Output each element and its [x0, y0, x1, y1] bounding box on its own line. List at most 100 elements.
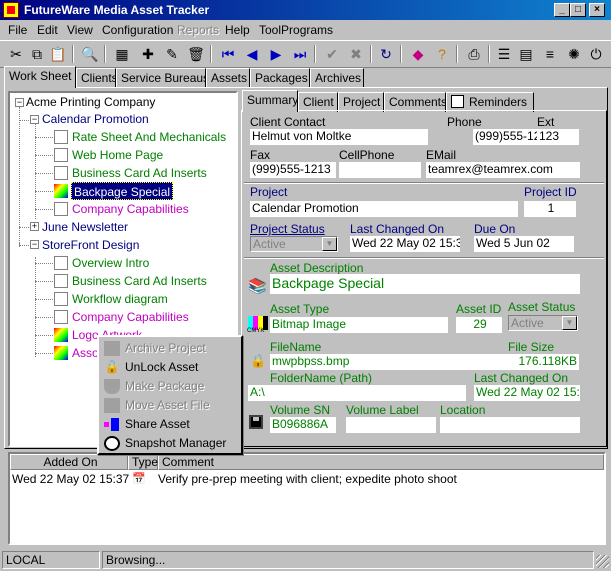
- close-button[interactable]: ×: [589, 3, 605, 17]
- cancel-icon[interactable]: ✖: [346, 44, 366, 64]
- cellphone-field[interactable]: [339, 162, 421, 178]
- column-header-type[interactable]: Type: [128, 454, 158, 470]
- menu-item-share-asset[interactable]: Share Asset: [101, 415, 239, 434]
- tree-node-workflow-diagram[interactable]: Workflow diagram: [72, 290, 168, 308]
- chevron-down-icon[interactable]: ▼: [562, 316, 577, 330]
- new-icon[interactable]: ▦: [112, 44, 132, 64]
- tree-node-rate-sheet[interactable]: Rate Sheet And Mechanicals: [72, 128, 226, 146]
- app-icon[interactable]: [3, 2, 19, 18]
- fax-field[interactable]: (999)555-1213: [250, 162, 336, 178]
- menu-item-archive-project[interactable]: Archive Project: [101, 339, 239, 358]
- tab-comments[interactable]: Comments: [384, 92, 447, 112]
- columns-icon[interactable]: ▤: [516, 44, 536, 64]
- asset-id-field[interactable]: 29: [456, 317, 502, 333]
- column-header-comment[interactable]: Comment: [158, 454, 604, 470]
- tree-node-root[interactable]: Acme Printing Company: [26, 93, 155, 111]
- tab-clients[interactable]: Clients: [76, 68, 118, 88]
- tab-archives[interactable]: Archives: [310, 68, 364, 88]
- menu-configuration[interactable]: Configuration: [102, 23, 173, 37]
- asset-last-changed-field[interactable]: Wed 22 May 02 15:32: [474, 385, 580, 401]
- menu-edit[interactable]: Edit: [37, 23, 58, 37]
- menu-file[interactable]: File: [8, 23, 27, 37]
- paste-icon[interactable]: 📋: [48, 44, 68, 64]
- asset-description-field[interactable]: Backpage Special: [270, 274, 580, 294]
- refresh-icon[interactable]: ↻: [376, 44, 396, 64]
- maximize-button[interactable]: □: [570, 3, 586, 17]
- tag-icon[interactable]: ◆: [408, 44, 428, 64]
- snapshot-icon: [104, 436, 120, 451]
- tree-node-backpage-special[interactable]: Backpage Special: [71, 182, 174, 200]
- menu-view[interactable]: View: [67, 23, 93, 37]
- location-field[interactable]: [440, 417, 580, 433]
- resize-grip[interactable]: [596, 555, 609, 568]
- tab-client[interactable]: Client: [298, 92, 338, 112]
- expander-june-newsletter[interactable]: +: [30, 222, 39, 231]
- print-icon[interactable]: ⎙: [464, 44, 484, 64]
- help-icon[interactable]: ?: [432, 44, 452, 64]
- volume-sn-field[interactable]: B096886A: [270, 417, 336, 433]
- filename-field[interactable]: mwpbpss.bmp: [270, 354, 502, 370]
- tab-packages[interactable]: Packages: [250, 68, 310, 88]
- table-row[interactable]: Wed 22 May 02 15:37 📅 Verify pre-prep me…: [10, 471, 604, 487]
- menu-item-unlock-asset[interactable]: 🔓 UnLock Asset: [101, 358, 239, 377]
- tab-project[interactable]: Project: [338, 92, 384, 112]
- tree-node-calendar-promotion[interactable]: Calendar Promotion: [42, 110, 149, 128]
- edit-record-icon[interactable]: ✎: [162, 44, 182, 64]
- list-icon[interactable]: ≡: [540, 44, 560, 64]
- tree-node-business-card-1[interactable]: Business Card Ad Inserts: [72, 164, 207, 182]
- menu-toolprograms[interactable]: ToolPrograms: [259, 23, 333, 37]
- locked-image-icon: [54, 184, 68, 198]
- project-field[interactable]: Calendar Promotion: [250, 201, 518, 217]
- asset-type-field[interactable]: Bitmap Image: [270, 317, 448, 333]
- tab-summary[interactable]: Summary: [242, 90, 298, 112]
- column-header-added-on[interactable]: Added On: [10, 454, 128, 470]
- project-status-combo[interactable]: Active ▼: [250, 236, 338, 252]
- due-on-field[interactable]: Wed 5 Jun 02: [474, 236, 574, 252]
- filesize-field[interactable]: 176.118KB: [495, 354, 579, 370]
- volume-label-field[interactable]: [346, 417, 436, 433]
- expander-root[interactable]: −: [15, 98, 24, 107]
- layout-icon[interactable]: ☰: [494, 44, 514, 64]
- asset-status-combo[interactable]: Active ▼: [508, 315, 578, 331]
- comments-list[interactable]: Added On Type Comment Wed 22 May 02 15:3…: [8, 452, 606, 545]
- email-field[interactable]: teamrex@teamrex.com: [426, 162, 580, 178]
- find-icon[interactable]: 🔍: [80, 44, 100, 64]
- delete-icon[interactable]: 🗑: [186, 44, 206, 64]
- tab-work-sheet[interactable]: Work Sheet: [4, 66, 76, 88]
- folder-field[interactable]: A:\: [248, 385, 466, 401]
- tree-node-company-capabilities-1[interactable]: Company Capabilities: [72, 200, 189, 218]
- ext-field[interactable]: 123: [537, 129, 579, 145]
- check-icon[interactable]: ✔: [322, 44, 342, 64]
- first-record-icon[interactable]: ⏮: [218, 44, 238, 64]
- expander-calendar-promotion[interactable]: −: [30, 115, 39, 124]
- next-record-icon[interactable]: ▶: [266, 44, 286, 64]
- new-record-icon[interactable]: ✚: [138, 44, 158, 64]
- tab-service-bureaus[interactable]: Service Bureaus: [116, 68, 209, 88]
- menu-item-snapshot-manager[interactable]: Snapshot Manager: [101, 434, 239, 453]
- power-icon[interactable]: ⏻: [586, 44, 606, 64]
- menu-item-make-package[interactable]: Make Package: [101, 377, 239, 396]
- tree-node-company-capabilities-2[interactable]: Company Capabilities: [72, 308, 189, 326]
- client-contact-field[interactable]: Helmut von Moltke: [250, 129, 428, 145]
- tree-node-storefront-design[interactable]: StoreFront Design: [42, 236, 139, 254]
- prev-record-icon[interactable]: ◀: [242, 44, 262, 64]
- tree-node-overview-intro[interactable]: Overview Intro: [72, 254, 149, 272]
- last-record-icon[interactable]: ⏭: [290, 44, 310, 64]
- settings-icon[interactable]: ✺: [564, 44, 584, 64]
- chevron-down-icon[interactable]: ▼: [322, 237, 337, 251]
- ext-label: Ext: [537, 115, 555, 129]
- tree-node-business-card-2[interactable]: Business Card Ad Inserts: [72, 272, 207, 290]
- project-id-field[interactable]: 1: [524, 201, 576, 217]
- tab-reminders[interactable]: Reminders: [446, 92, 534, 112]
- menu-reports[interactable]: Reports: [177, 23, 219, 37]
- menu-item-move-asset-file[interactable]: Move Asset File: [101, 396, 239, 415]
- tree-node-web-home-page[interactable]: Web Home Page: [72, 146, 163, 164]
- copy-icon[interactable]: ⧉: [27, 44, 47, 64]
- menu-help[interactable]: Help: [225, 23, 250, 37]
- last-changed-field[interactable]: Wed 22 May 02 15:36: [350, 236, 460, 252]
- minimize-button[interactable]: _: [554, 3, 570, 17]
- tree-node-june-newsletter[interactable]: June Newsletter: [42, 218, 128, 236]
- tab-assets[interactable]: Assets: [206, 68, 250, 88]
- expander-storefront-design[interactable]: −: [30, 240, 39, 249]
- cut-icon[interactable]: ✂: [6, 44, 26, 64]
